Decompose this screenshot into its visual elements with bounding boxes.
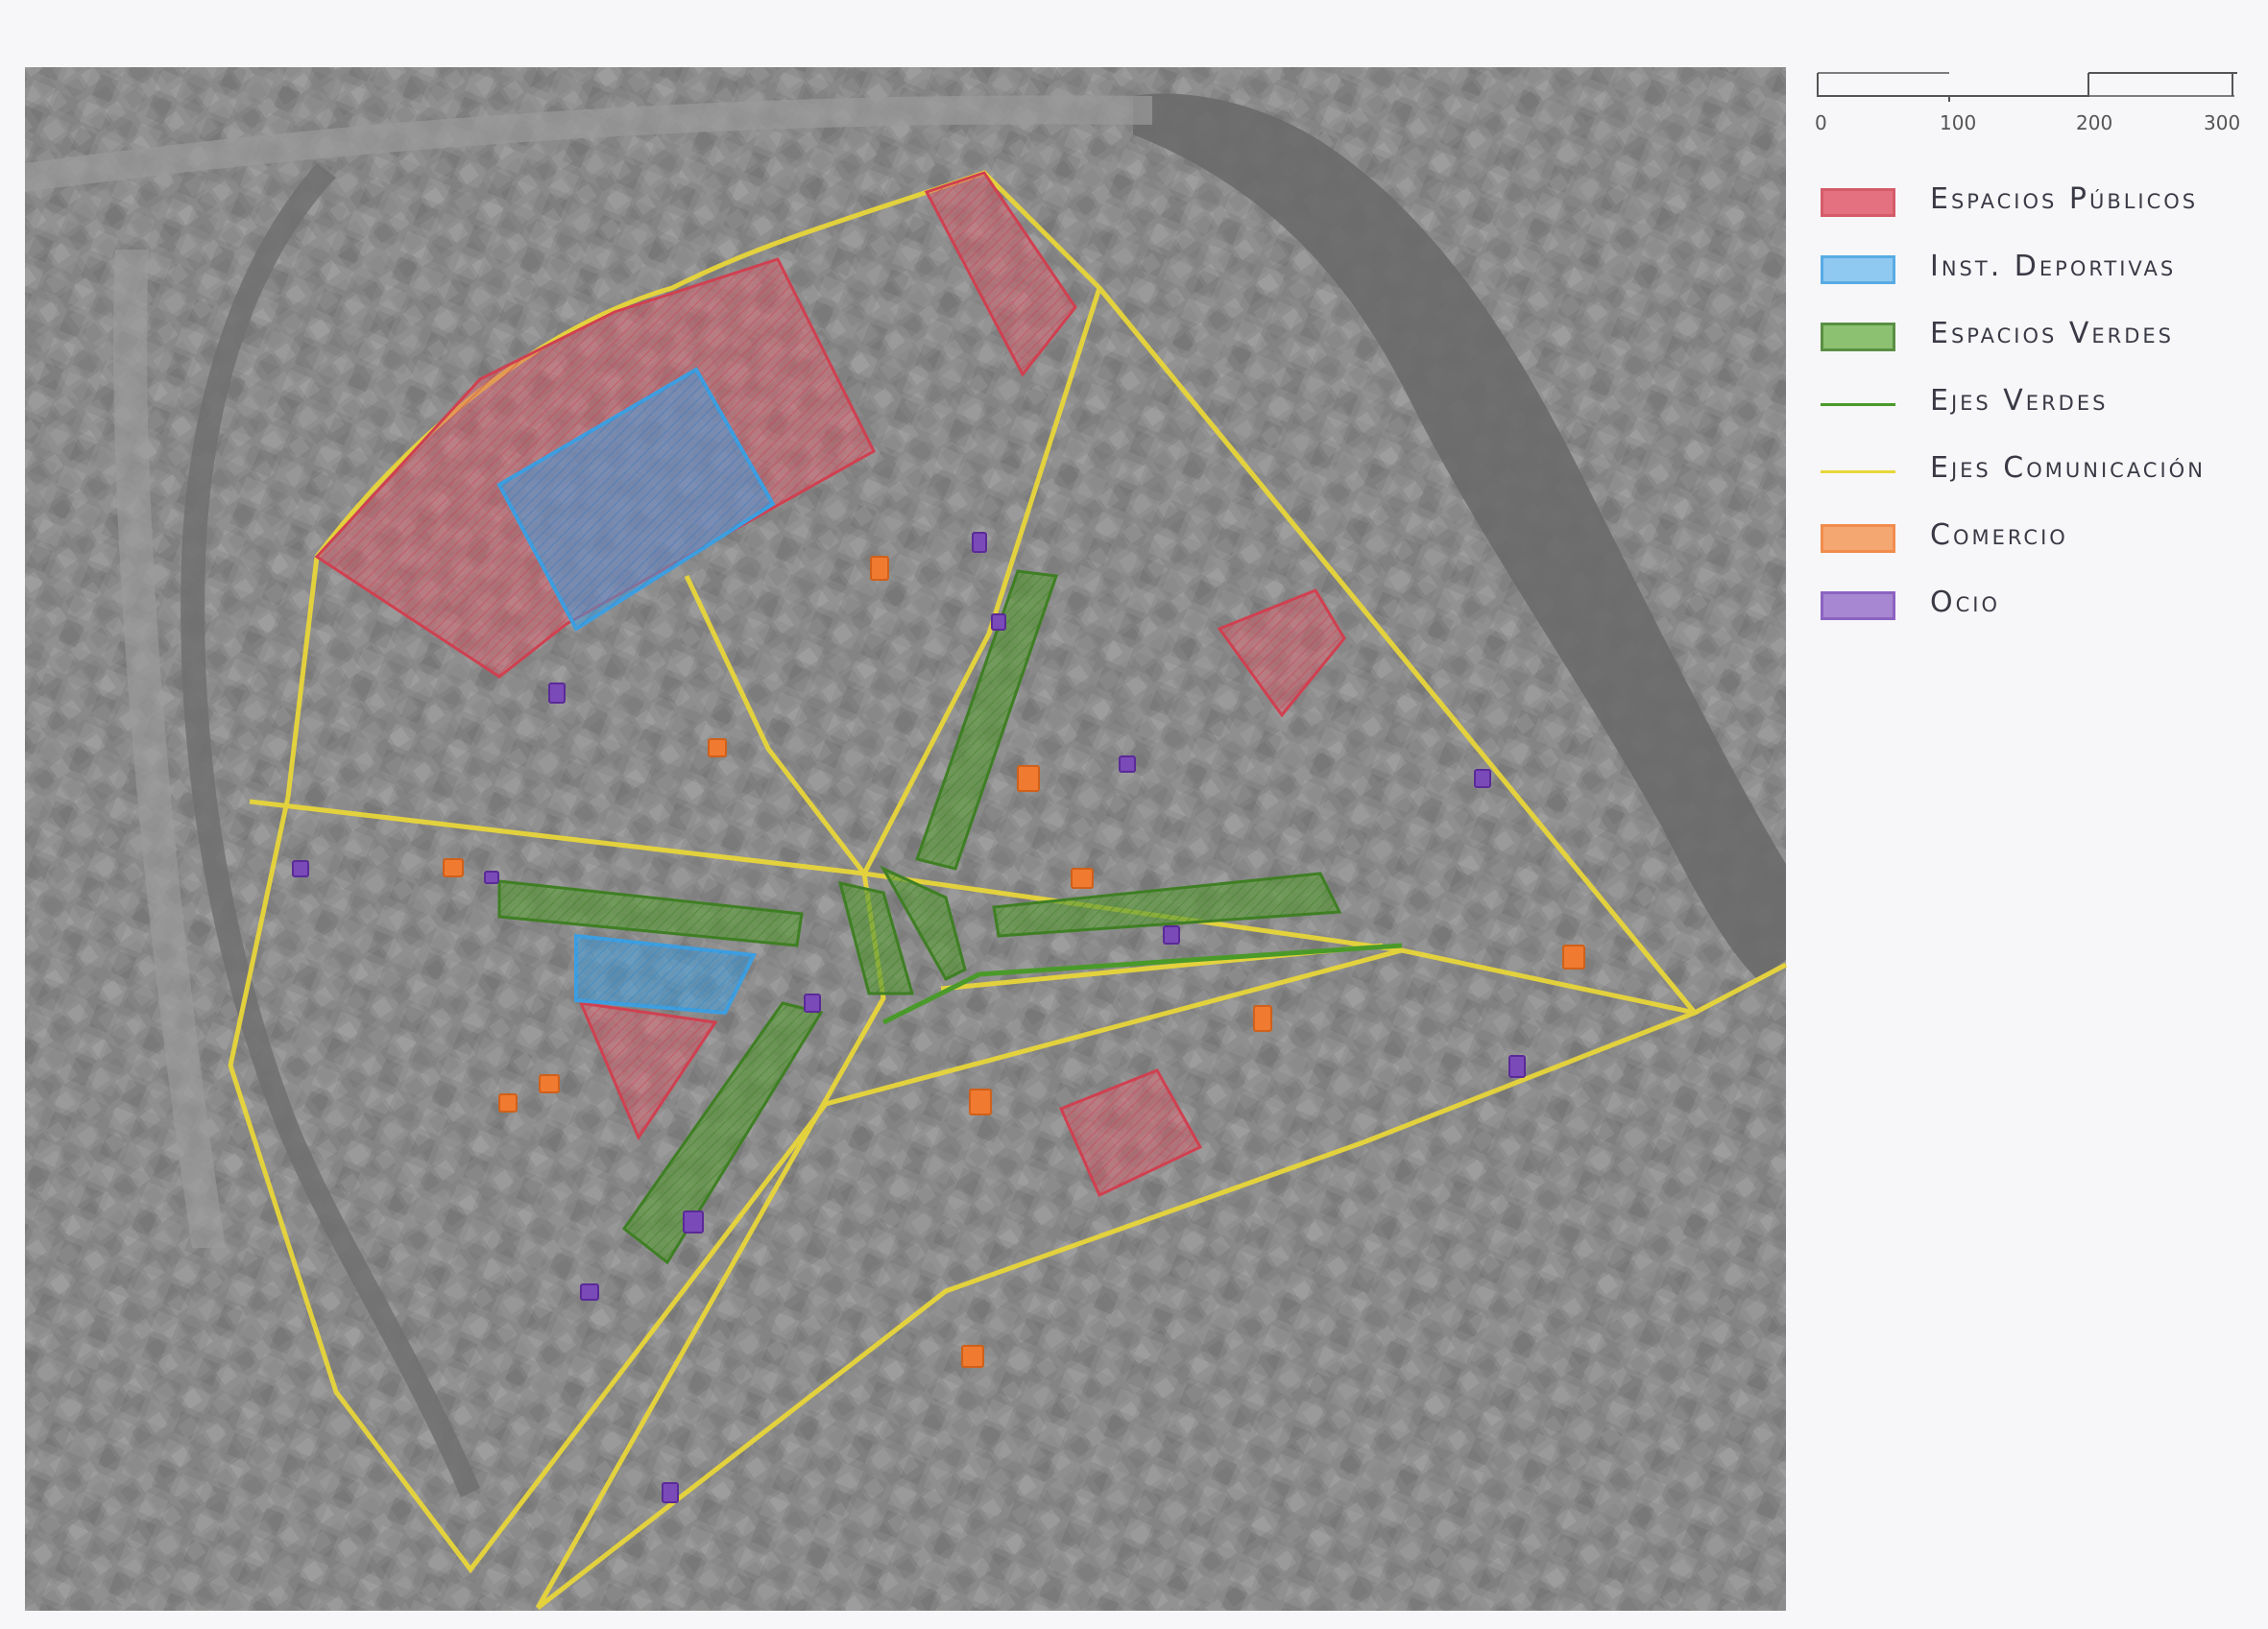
commerce-marker [539, 1074, 560, 1093]
scale-bar: 0 100 200 300 [1815, 67, 2241, 144]
legend-item-public-spaces: Espacios Públicos [1805, 173, 2247, 240]
legend-label: Ejes Comunicación [1930, 451, 2206, 485]
legend-swatch-public [1821, 188, 1895, 217]
legend-label: Ocio [1930, 586, 2000, 619]
scale-tick-200: 200 [2076, 111, 2113, 134]
legend-label: Espacios Verdes [1930, 317, 2175, 350]
commerce-marker [1071, 868, 1094, 889]
leisure-marker [804, 994, 821, 1013]
leisure-marker [292, 860, 309, 877]
legend-label: Comercio [1930, 518, 2068, 552]
leisure-marker [548, 683, 566, 704]
legend-label: Espacios Públicos [1930, 182, 2199, 216]
leisure-marker [1508, 1055, 1526, 1078]
legend-item-communication-axes: Ejes Comunicación [1805, 442, 2247, 509]
legend-line-green [1821, 403, 1895, 406]
commerce-marker [498, 1093, 518, 1113]
legend-label: Inst. Deportivas [1930, 250, 2177, 283]
leisure-marker [580, 1283, 599, 1301]
legend-label: Ejes Verdes [1930, 384, 2109, 418]
commerce-marker [1017, 765, 1040, 792]
legend-item-sports: Inst. Deportivas [1805, 240, 2247, 307]
commerce-marker [443, 858, 464, 877]
commerce-marker [969, 1089, 992, 1115]
map-legend: Espacios Públicos Inst. Deportivas Espac… [1805, 173, 2247, 643]
commerce-marker [708, 738, 727, 757]
commerce-marker [1562, 945, 1585, 970]
legend-item-leisure: Ocio [1805, 576, 2247, 643]
leisure-marker [662, 1482, 679, 1503]
scale-tick-0: 0 [1815, 111, 1827, 134]
scale-tick-300: 300 [2204, 111, 2241, 134]
legend-item-green-axes: Ejes Verdes [1805, 374, 2247, 442]
legend-item-commerce: Comercio [1805, 509, 2247, 576]
legend-swatch-leisure [1821, 591, 1895, 620]
legend-swatch-commerce [1821, 524, 1895, 553]
legend-item-green-spaces: Espacios Verdes [1805, 307, 2247, 374]
commerce-marker [961, 1345, 984, 1368]
leisure-marker [1474, 769, 1491, 788]
leisure-marker [991, 613, 1006, 631]
legend-line-communication [1821, 470, 1895, 473]
commerce-marker [1253, 1005, 1272, 1032]
legend-swatch-sports [1821, 255, 1895, 284]
leisure-marker [683, 1210, 704, 1234]
scale-tick-100: 100 [1940, 111, 1977, 134]
leisure-marker [1119, 755, 1136, 773]
leisure-marker [484, 871, 499, 884]
map-sheet: 0 100 200 300 Espacios Públicos Inst. De… [0, 0, 2268, 1629]
leisure-marker [1163, 925, 1180, 945]
leisure-marker [972, 532, 987, 553]
commerce-marker [870, 556, 889, 581]
legend-swatch-green [1821, 323, 1895, 351]
